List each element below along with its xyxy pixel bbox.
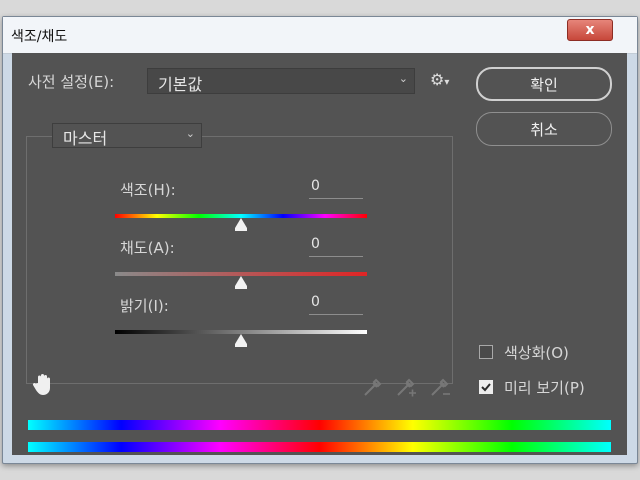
gear-icon[interactable]: ⚙▾ xyxy=(430,70,449,89)
preview-checkbox[interactable] xyxy=(479,380,493,394)
preset-label: 사전 설정(E): xyxy=(28,73,115,91)
channel-dropdown[interactable]: 마스터 ⌄ xyxy=(52,123,202,148)
hue-label: 색조(H): xyxy=(120,181,176,199)
dialog-body: 사전 설정(E): 기본값 ⌄ ⚙▾ 확인 취소 마스터 ⌄ 색조(H): 0 … xyxy=(12,53,627,455)
chevron-down-icon: ⌄ xyxy=(185,127,195,140)
colorize-label: 색상화(O) xyxy=(504,344,569,362)
ok-button-label: 확인 xyxy=(530,75,558,94)
preset-value: 기본값 xyxy=(158,75,203,94)
input-color-bar xyxy=(28,420,611,430)
hue-input[interactable]: 0 xyxy=(309,178,363,199)
close-icon: x xyxy=(585,22,595,38)
ok-button[interactable]: 확인 xyxy=(476,67,612,101)
hue-saturation-dialog: 색조/채도 x 사전 설정(E): 기본값 ⌄ ⚙▾ 확인 취소 마스터 ⌄ 색… xyxy=(2,16,638,464)
eyedropper-add-icon[interactable] xyxy=(395,376,419,398)
title-bar[interactable]: 색조/채도 x xyxy=(3,17,637,54)
chevron-down-icon: ⌄ xyxy=(398,72,408,85)
lightness-label: 밝기(I): xyxy=(120,297,169,315)
eyedropper-icon[interactable] xyxy=(362,376,384,398)
close-button[interactable]: x xyxy=(567,19,613,41)
window-title: 색조/채도 xyxy=(11,29,68,45)
eyedropper-subtract-icon[interactable] xyxy=(429,376,453,398)
cancel-button[interactable]: 취소 xyxy=(476,112,612,146)
channel-value: 마스터 xyxy=(63,129,108,148)
saturation-label: 채도(A): xyxy=(120,239,175,257)
output-color-bar xyxy=(28,442,611,452)
saturation-input[interactable]: 0 xyxy=(309,236,363,257)
hue-slider-thumb[interactable] xyxy=(235,218,247,231)
lightness-slider-thumb[interactable] xyxy=(235,334,247,347)
preset-dropdown[interactable]: 기본값 ⌄ xyxy=(147,68,415,94)
preview-label: 미리 보기(P) xyxy=(504,379,585,397)
saturation-slider-thumb[interactable] xyxy=(235,276,247,289)
checkmark-icon xyxy=(481,383,491,392)
lightness-input[interactable]: 0 xyxy=(309,294,363,315)
cancel-button-label: 취소 xyxy=(530,120,558,139)
hand-icon[interactable] xyxy=(32,373,54,397)
colorize-checkbox[interactable] xyxy=(479,345,493,359)
